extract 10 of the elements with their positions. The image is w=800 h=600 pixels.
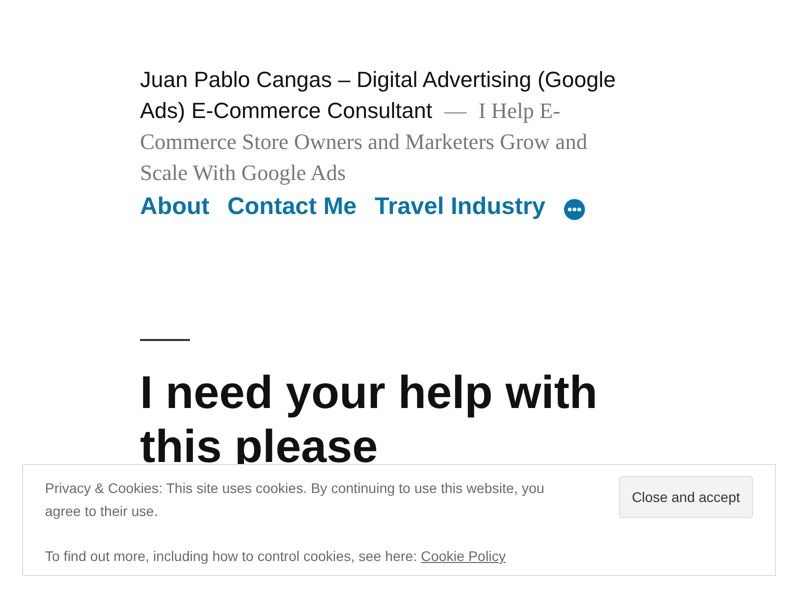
site-branding: Juan Pablo Cangas – Digital Advertising (Google Ads) E-Commerce Consultant — I Help E-Commerce Store Owners and Marketers Grow and Scale With Google Ads (140, 66, 617, 187)
cookie-more-text: To find out more, including how to control cookies, see here: (45, 548, 417, 564)
post-title: I need your help with this please (140, 365, 598, 473)
more-icon[interactable] (564, 198, 586, 220)
nav-link[interactable]: Contact Me (227, 193, 357, 221)
nav-link[interactable]: Travel Industry (374, 193, 546, 221)
cookie-policy-link[interactable]: Cookie Policy (420, 548, 506, 564)
close-accept-button[interactable]: Close and accept (618, 476, 753, 518)
nav-link[interactable]: About (140, 193, 210, 221)
cookie-notice: Privacy & Cookies: This site uses cookies. By continuing to use this website, you agree to their use. (45, 479, 546, 521)
